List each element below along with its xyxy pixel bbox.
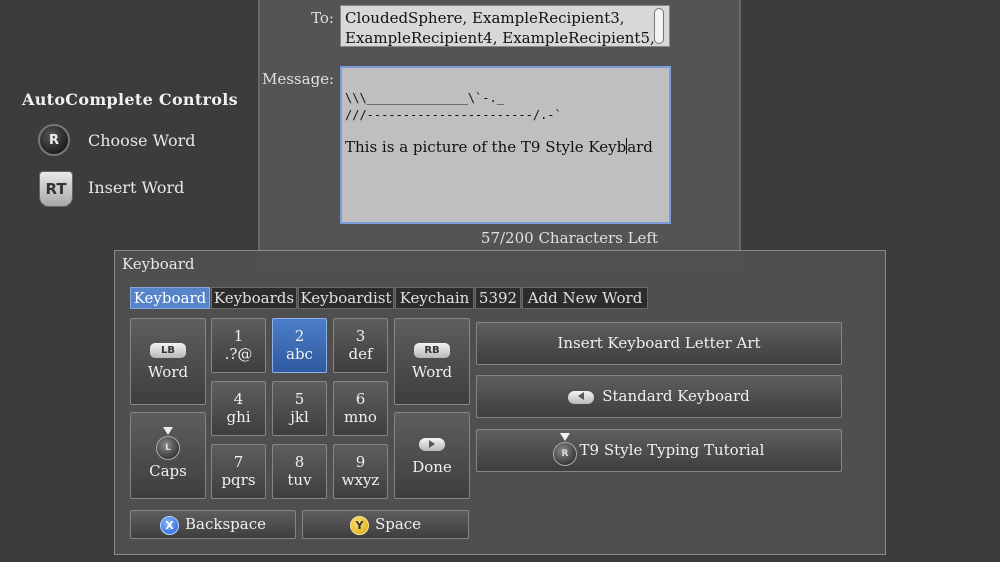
lb-word-key[interactable]: LB Word bbox=[130, 318, 206, 405]
key-1-number: 1 bbox=[233, 327, 244, 345]
key-9-number: 9 bbox=[355, 453, 366, 471]
key-8-number: 8 bbox=[294, 453, 305, 471]
message-text-after-cursor: ard bbox=[627, 138, 653, 156]
to-label: To: bbox=[311, 9, 334, 27]
key-5-letters: jkl bbox=[290, 408, 309, 426]
tab-5392[interactable]: 5392 bbox=[475, 287, 521, 309]
caps-label: Caps bbox=[149, 462, 187, 480]
key-6-number: 6 bbox=[355, 390, 366, 408]
key-9-letters: wxyz bbox=[341, 471, 380, 489]
key-2-letters: abc bbox=[286, 345, 313, 363]
rt-trigger-icon: RT bbox=[39, 171, 73, 207]
rb-button-icon: RB bbox=[414, 343, 450, 358]
insert-word-label: Insert Word bbox=[88, 178, 185, 197]
right-stick-icon: R bbox=[553, 442, 577, 466]
backspace-key[interactable]: X Backspace bbox=[130, 510, 296, 539]
choose-word-label: Choose Word bbox=[88, 131, 196, 150]
key-4[interactable]: 4 ghi bbox=[211, 381, 266, 436]
key-5-number: 5 bbox=[294, 390, 305, 408]
key-8-letters: tuv bbox=[287, 471, 312, 489]
r-stick-icon: R bbox=[38, 124, 70, 156]
arrow-down-icon bbox=[163, 427, 173, 435]
done-label: Done bbox=[412, 458, 452, 476]
to-field[interactable]: CloudedSphere, ExampleRecipient3, Exampl… bbox=[340, 5, 670, 47]
t9-tutorial-button[interactable]: R T9 Style Typing Tutorial bbox=[476, 429, 842, 472]
message-text: This is a picture of the T9 Style Keybar… bbox=[345, 138, 666, 156]
message-art-line-1: \\\______________\`-._ bbox=[345, 91, 504, 105]
to-value: CloudedSphere, ExampleRecipient3, Exampl… bbox=[345, 9, 655, 47]
insert-letter-art-label: Insert Keyboard Letter Art bbox=[557, 334, 761, 352]
insert-letter-art-button[interactable]: Insert Keyboard Letter Art bbox=[476, 322, 842, 365]
tab-keyboards[interactable]: Keyboards bbox=[211, 287, 297, 309]
backspace-label: Backspace bbox=[185, 515, 266, 533]
key-2[interactable]: 2 abc bbox=[272, 318, 327, 373]
y-button-icon: Y bbox=[349, 515, 369, 535]
key-3-number: 3 bbox=[355, 327, 366, 345]
x-button-icon: X bbox=[160, 515, 179, 535]
keyboard-title: Keyboard bbox=[122, 255, 195, 273]
key-3-letters: def bbox=[348, 345, 373, 363]
t9-tutorial-label: T9 Style Typing Tutorial bbox=[579, 441, 765, 459]
lb-word-label: Word bbox=[147, 363, 189, 381]
rb-word-key[interactable]: RB Word bbox=[394, 318, 470, 405]
message-label: Message: bbox=[262, 70, 335, 88]
right-stick-press-icon: R bbox=[553, 433, 577, 466]
autocomplete-controls-title: AutoComplete Controls bbox=[22, 90, 238, 109]
key-4-number: 4 bbox=[233, 390, 244, 408]
characters-left: 57/200 Characters Left bbox=[480, 229, 658, 247]
start-button-icon bbox=[419, 438, 445, 451]
key-3[interactable]: 3 def bbox=[333, 318, 388, 373]
tab-keyboardist[interactable]: Keyboardist bbox=[298, 287, 394, 309]
caps-key[interactable]: L Caps bbox=[130, 412, 206, 499]
key-5[interactable]: 5 jkl bbox=[272, 381, 327, 436]
lb-button-icon: LB bbox=[150, 343, 186, 358]
back-button-icon bbox=[568, 390, 595, 404]
key-1[interactable]: 1 .?@ bbox=[211, 318, 266, 373]
message-field[interactable]: \\\______________\`-._ ///--------------… bbox=[340, 66, 671, 224]
key-2-number: 2 bbox=[294, 327, 305, 345]
rb-word-label: Word bbox=[411, 363, 453, 381]
key-7-letters: pqrs bbox=[221, 471, 256, 489]
done-key[interactable]: Done bbox=[394, 412, 470, 499]
space-key[interactable]: Y Space bbox=[302, 510, 469, 539]
key-7[interactable]: 7 pqrs bbox=[211, 444, 266, 499]
left-stick-icon: L bbox=[156, 436, 180, 460]
key-6-letters: mno bbox=[344, 408, 377, 426]
message-text-before-cursor: This is a picture of the T9 Style Keyb bbox=[345, 138, 627, 156]
key-6[interactable]: 6 mno bbox=[333, 381, 388, 436]
key-8[interactable]: 8 tuv bbox=[272, 444, 327, 499]
to-field-scrollbar[interactable] bbox=[654, 8, 664, 44]
key-7-number: 7 bbox=[233, 453, 244, 471]
key-9[interactable]: 9 wxyz bbox=[333, 444, 388, 499]
tab-keyboard[interactable]: Keyboard bbox=[130, 287, 210, 309]
standard-keyboard-button[interactable]: Standard Keyboard bbox=[476, 375, 842, 418]
tab-add-new-word[interactable]: Add New Word bbox=[522, 287, 648, 309]
space-label: Space bbox=[374, 515, 422, 533]
message-art-line-2: ///-----------------------/.-` bbox=[345, 108, 562, 122]
key-1-letters: .?@ bbox=[224, 345, 253, 363]
key-4-letters: ghi bbox=[226, 408, 251, 426]
tab-keychain[interactable]: Keychain bbox=[395, 287, 474, 309]
standard-keyboard-label: Standard Keyboard bbox=[602, 387, 750, 405]
